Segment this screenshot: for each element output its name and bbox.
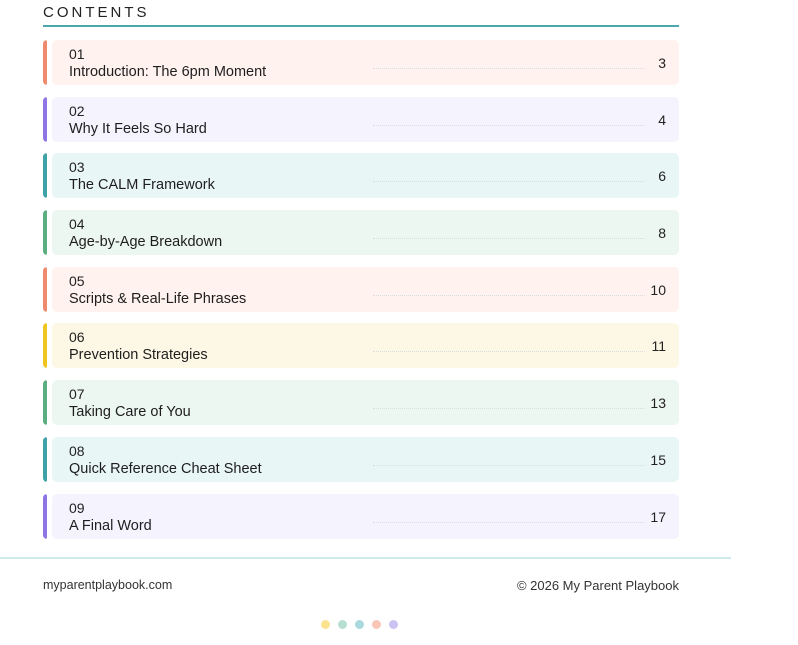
toc-heading: CONTENTS [43,4,150,21]
toc-item-05[interactable]: 05 Scripts & Real-Life Phrases 10 [43,266,679,312]
toc-accent-bar [43,493,47,539]
decorative-dot [321,620,330,629]
toc-item-title: A Final Word [69,517,152,534]
toc-item-number: 05 [69,272,85,289]
toc-dot-leader [373,238,645,240]
footer-copyright: © 2026 My Parent Playbook [516,578,679,593]
toc-dot-leader [373,464,645,466]
toc-item-page: 13 [650,395,666,412]
toc-item-number: 02 [69,102,85,119]
toc-item-01[interactable]: 01 Introduction: The 6pm Moment 3 [43,40,679,85]
toc-dot-leader [373,521,645,523]
toc-item-number: 07 [69,386,85,403]
toc-dot-leader [373,408,645,410]
toc-item-page: 10 [650,281,666,298]
toc-item-title: Prevention Strategies [69,347,208,364]
toc-list: 01 Introduction: The 6pm Moment 3 02 Why It … [43,40,679,550]
toc-item-title: Why It Feels So Hard [69,120,207,137]
toc-item-title: Introduction: The 6pm Moment [69,64,267,80]
toc-item-06[interactable]: 06 Prevention Strategies 11 [43,323,679,369]
toc-item-page: 6 [658,168,666,185]
toc-item-number: 06 [69,329,85,346]
toc-accent-bar [43,380,47,426]
decorative-dot [372,620,381,629]
toc-item-title: Taking Care of You [69,404,191,421]
toc-dot-leader [373,68,645,69]
toc-item-number: 09 [69,499,85,516]
decorative-dots [321,620,398,629]
toc-accent-bar [43,436,47,482]
toc-item-09[interactable]: 09 A Final Word 17 [43,493,679,539]
toc-accent-bar [43,153,47,199]
toc-accent-bar [43,210,47,256]
toc-dot-leader [373,124,645,126]
toc-item-04[interactable]: 04 Age-by-Age Breakdown 8 [43,210,679,256]
toc-item-title: Age-by-Age Breakdown [69,234,223,251]
toc-item-page: 8 [658,225,666,242]
toc-item-page: 4 [658,111,666,128]
heading-rule [43,25,679,27]
toc-dot-leader [373,294,645,296]
toc-item-07[interactable]: 07 Taking Care of You 13 [43,380,679,426]
toc-item-title: Scripts & Real-Life Phrases [69,290,247,307]
decorative-dot [338,620,347,629]
toc-accent-bar [43,266,47,312]
toc-item-number: 04 [69,216,85,233]
toc-dot-leader [373,181,645,183]
toc-item-number: 03 [69,159,85,176]
toc-item-title: The CALM Framework [69,177,215,194]
footer-website[interactable]: myparentplaybook.com [43,578,172,592]
toc-item-number: 08 [69,442,85,459]
toc-item-page: 15 [650,451,666,468]
toc-item-08[interactable]: 08 Quick Reference Cheat Sheet 15 [43,436,679,482]
toc-accent-bar [43,40,47,85]
toc-item-title: Quick Reference Cheat Sheet [69,460,262,477]
toc-item-02[interactable]: 02 Why It Feels So Hard 4 [43,96,679,142]
toc-item-number: 01 [69,46,85,62]
toc-item-03[interactable]: 03 The CALM Framework 6 [43,153,679,199]
toc-accent-bar [43,96,47,142]
toc-accent-bar [43,323,47,369]
toc-dot-leader [373,351,645,353]
toc-item-page: 3 [658,55,666,71]
footer-rule [0,557,731,559]
decorative-dot [355,620,364,629]
toc-item-page: 11 [651,338,666,355]
decorative-dot [389,620,398,629]
toc-item-page: 17 [650,508,666,525]
